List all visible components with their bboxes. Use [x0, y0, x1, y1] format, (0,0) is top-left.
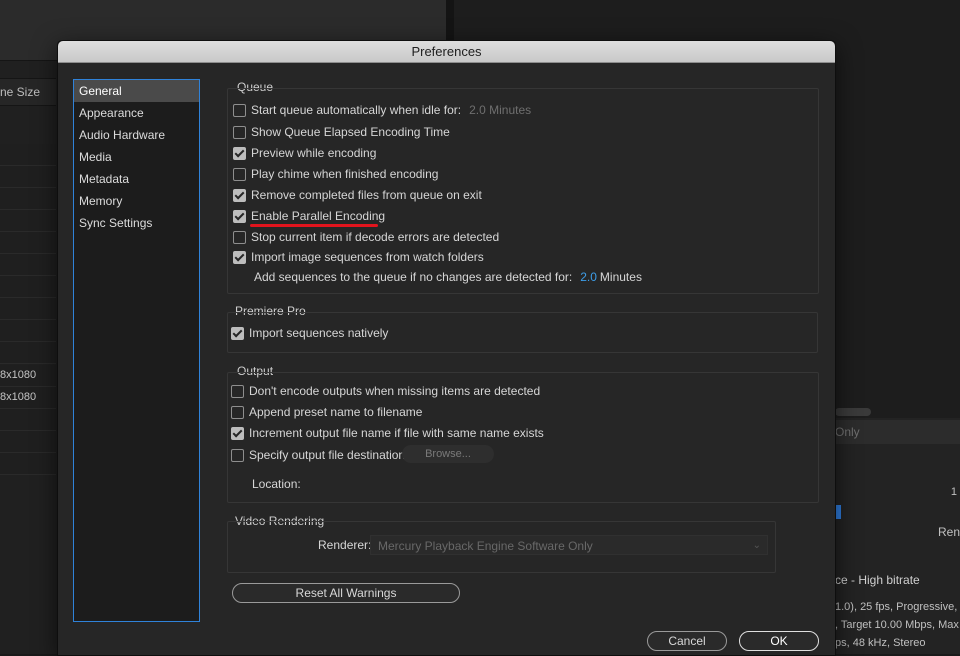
sidebar-item-general[interactable]: General [74, 80, 199, 102]
background-row [0, 409, 56, 431]
background-row-resolution[interactable]: 8x1080 [0, 387, 56, 409]
sidebar-item-sync-settings[interactable]: Sync Settings [74, 212, 199, 234]
background-column-ren: Ren [937, 525, 960, 539]
queue-option-remove-completed[interactable]: Remove completed files from queue on exi… [233, 188, 482, 202]
background-row [0, 144, 56, 166]
sidebar-item-memory[interactable]: Memory [74, 190, 199, 212]
background-row [0, 298, 56, 320]
cancel-button[interactable]: Cancel [647, 631, 727, 651]
renderer-dropdown[interactable]: Mercury Playback Engine Software Only ⌄ [370, 535, 768, 555]
renderer-label: Renderer: [318, 538, 372, 552]
checkbox[interactable] [231, 426, 244, 440]
queue-option-elapsed-time[interactable]: Show Queue Elapsed Encoding Time [233, 125, 450, 139]
sidebar-item-media[interactable]: Media [74, 146, 199, 168]
chevron-down-icon: ⌄ [752, 540, 761, 551]
premiere-option-import-natively[interactable]: Import sequences natively [231, 326, 388, 340]
ok-button[interactable]: OK [739, 631, 819, 651]
sidebar-item-audio-hardware[interactable]: Audio Hardware [74, 124, 199, 146]
background-column-header[interactable]: ne Size [0, 78, 56, 106]
output-option-append-preset[interactable]: Append preset name to filename [231, 405, 422, 419]
checkbox[interactable] [231, 448, 244, 462]
checkbox[interactable] [231, 384, 244, 398]
location-label: Location: [252, 477, 301, 491]
background-row [0, 210, 56, 232]
browse-button[interactable]: Browse... [402, 445, 494, 463]
red-highlight-underline [250, 224, 378, 227]
background-dropdown[interactable]: Only [835, 420, 960, 444]
dialog-titlebar[interactable]: Preferences [58, 41, 835, 63]
add-sequences-row: Add sequences to the queue if no changes… [254, 270, 642, 284]
background-row-resolution[interactable]: 8x1080 [0, 365, 56, 387]
reset-all-warnings-button[interactable]: Reset All Warnings [232, 583, 460, 603]
checkbox[interactable] [233, 209, 246, 223]
dialog-title: Preferences [411, 44, 482, 59]
sidebar-item-appearance[interactable]: Appearance [74, 102, 199, 124]
background-summary-line: 1.0), 25 fps, Progressive, Se [835, 601, 960, 613]
queue-option-start-auto[interactable]: Start queue automatically when idle for:… [233, 103, 531, 117]
checkbox[interactable] [233, 230, 246, 244]
queue-option-preview[interactable]: Preview while encoding [233, 146, 376, 160]
background-row [0, 342, 56, 364]
background-row [0, 188, 56, 210]
background-summary-line: , Target 10.00 Mbps, Max [835, 619, 959, 631]
output-option-specify-destination[interactable]: Specify output file destination: [231, 448, 408, 462]
output-option-increment-name[interactable]: Increment output file name if file with … [231, 426, 544, 440]
idle-minutes-value[interactable]: 2.0 Minutes [469, 103, 531, 117]
checkbox[interactable] [233, 167, 246, 181]
checkbox[interactable] [233, 103, 246, 117]
checkbox[interactable] [233, 250, 246, 264]
checkbox[interactable] [233, 125, 246, 139]
background-row [0, 276, 56, 298]
queue-option-parallel-encoding[interactable]: Enable Parallel Encoding [233, 209, 385, 223]
background-summary-line: ps, 48 kHz, Stereo [835, 637, 926, 649]
background-scrollbar[interactable] [835, 408, 871, 416]
background-row [0, 166, 56, 188]
background-number: 1 [950, 486, 957, 498]
background-row [0, 320, 56, 342]
background-row [0, 453, 56, 475]
preferences-sidebar: General Appearance Audio Hardware Media … [73, 79, 200, 622]
queue-option-chime[interactable]: Play chime when finished encoding [233, 167, 438, 181]
queue-option-stop-on-errors[interactable]: Stop current item if decode errors are d… [233, 230, 499, 244]
background-row [0, 431, 56, 453]
checkbox[interactable] [233, 188, 246, 202]
output-option-missing-items[interactable]: Don't encode outputs when missing items … [231, 384, 540, 398]
background-row [0, 232, 56, 254]
background-preset-name: ce - High bitrate [835, 573, 920, 587]
queue-option-import-sequences[interactable]: Import image sequences from watch folder… [233, 250, 484, 264]
background-row [0, 254, 56, 276]
checkbox[interactable] [231, 405, 244, 419]
checkbox[interactable] [231, 326, 244, 340]
add-sequences-value[interactable]: 2.0 [580, 270, 597, 284]
checkbox[interactable] [233, 146, 246, 160]
sidebar-item-metadata[interactable]: Metadata [74, 168, 199, 190]
